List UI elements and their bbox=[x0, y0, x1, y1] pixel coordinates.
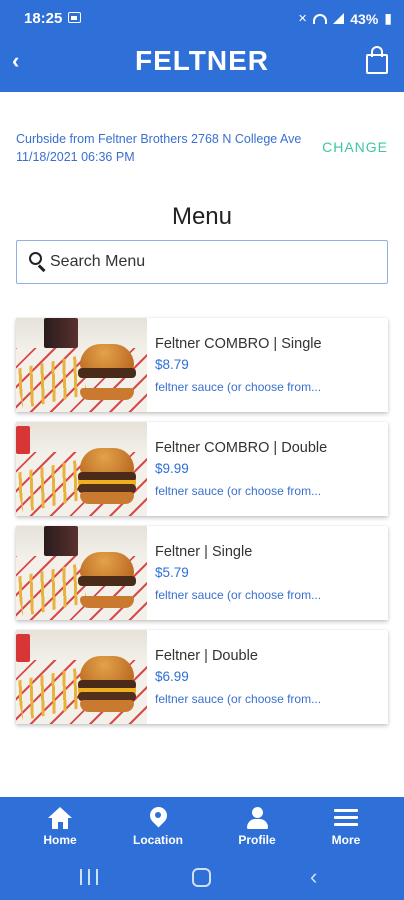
menu-item-description: feltner sauce (or choose from... bbox=[155, 588, 322, 602]
nav-location-label: Location bbox=[133, 833, 183, 847]
menu-item-image bbox=[16, 630, 147, 724]
nav-profile-label: Profile bbox=[238, 833, 276, 847]
nav-home[interactable]: Home bbox=[20, 797, 100, 857]
order-info: Curbside from Feltner Brothers 2768 N Co… bbox=[16, 132, 302, 164]
menu-item-name: Feltner | Single bbox=[155, 544, 253, 560]
menu-item-card[interactable]: Feltner COMBRO | Double $9.99 feltner sa… bbox=[16, 422, 388, 516]
menu-item-description: feltner sauce (or choose from... bbox=[155, 484, 322, 498]
search-box[interactable] bbox=[16, 240, 388, 284]
signal-icon bbox=[333, 13, 345, 24]
nav-more[interactable]: More bbox=[306, 797, 386, 857]
bottom-nav: Home Location Profile More bbox=[0, 797, 404, 857]
wifi-icon bbox=[313, 13, 328, 24]
photo-icon bbox=[68, 12, 81, 23]
menu-item-price: $6.99 bbox=[155, 669, 189, 684]
menu-item-image bbox=[16, 318, 147, 412]
menu-item-price: $5.79 bbox=[155, 565, 189, 580]
location-pin-icon bbox=[146, 803, 171, 829]
menu-item-description: feltner sauce (or choose from... bbox=[155, 380, 322, 394]
status-indicators: ✕ 43% ▮ bbox=[298, 10, 392, 27]
nav-location[interactable]: Location bbox=[118, 797, 198, 857]
menu-heading: Menu bbox=[171, 203, 233, 230]
nav-profile[interactable]: Profile bbox=[217, 797, 297, 857]
menu-item-card[interactable]: Feltner | Single $5.79 feltner sauce (or… bbox=[16, 526, 388, 620]
menu-item-name: Feltner COMBRO | Double bbox=[155, 440, 328, 456]
home-icon bbox=[48, 807, 72, 829]
menu-item-card[interactable]: Feltner COMBRO | Single $8.79 feltner sa… bbox=[16, 318, 388, 412]
recents-icon[interactable] bbox=[80, 869, 98, 885]
page-title: FELTNER bbox=[134, 45, 270, 76]
menu-item-description: feltner sauce (or choose from... bbox=[155, 692, 322, 706]
battery-icon: ▮ bbox=[384, 10, 392, 26]
app-bar: ‹ FELTNER bbox=[0, 36, 404, 92]
menu-item-price: $8.79 bbox=[155, 357, 189, 372]
status-time: 18:25 bbox=[24, 10, 63, 27]
mute-icon: ✕ bbox=[298, 13, 308, 25]
search-input[interactable] bbox=[50, 241, 380, 283]
menu-item-card[interactable]: Feltner | Double $6.99 feltner sauce (or… bbox=[16, 630, 388, 724]
menu-item-name: Feltner | Double bbox=[155, 648, 258, 664]
search-icon bbox=[29, 252, 47, 272]
system-back-icon[interactable]: ‹ bbox=[310, 866, 332, 888]
change-button[interactable]: CHANGE bbox=[322, 139, 388, 155]
battery-level: 43% bbox=[350, 10, 379, 27]
status-bar: 18:25 ✕ 43% ▮ bbox=[0, 0, 404, 36]
system-nav-bar: ‹ bbox=[0, 857, 404, 900]
system-home-icon[interactable] bbox=[192, 868, 211, 887]
nav-home-label: Home bbox=[43, 833, 77, 847]
menu-item-name: Feltner COMBRO | Single bbox=[155, 336, 322, 352]
user-icon bbox=[245, 807, 269, 829]
menu-item-price: $9.99 bbox=[155, 461, 189, 476]
cart-button[interactable] bbox=[366, 46, 388, 74]
menu-icon bbox=[334, 807, 358, 829]
menu-item-image bbox=[16, 422, 147, 516]
nav-more-label: More bbox=[331, 833, 361, 847]
menu-item-image bbox=[16, 526, 147, 620]
